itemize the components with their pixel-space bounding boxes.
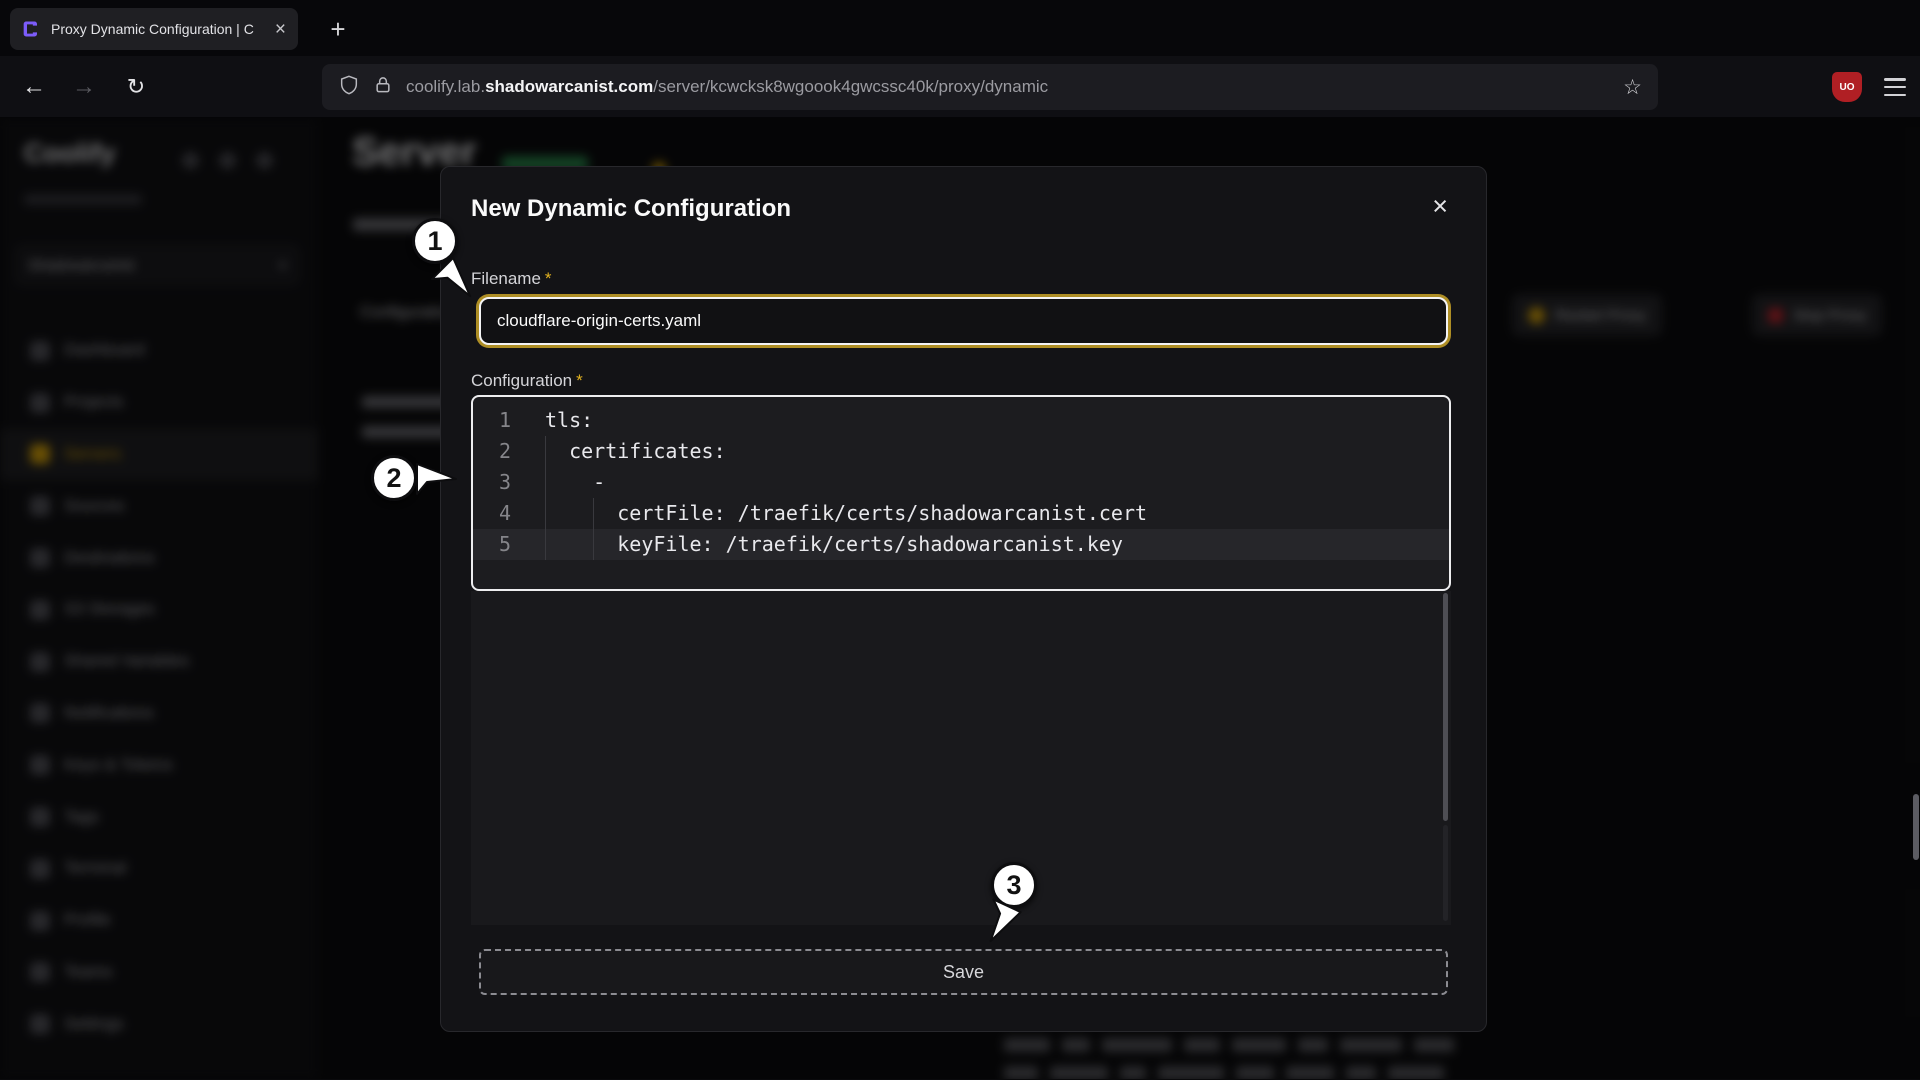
line-number: 5 <box>473 529 525 560</box>
url-bar[interactable]: coolify.lab.shadowarcanist.com/server/kc… <box>322 64 1658 110</box>
required-asterisk: * <box>541 269 552 288</box>
editor-scrollbar-thumb[interactable] <box>1443 593 1448 821</box>
browser-window: Proxy Dynamic Configuration | C × + ← → … <box>0 0 1920 1080</box>
editor-scroll-area[interactable] <box>471 591 1451 925</box>
code-text: certificates: <box>545 436 726 467</box>
url-text: coolify.lab.shadowarcanist.com/server/kc… <box>406 77 1048 97</box>
back-icon[interactable]: ← <box>12 56 56 118</box>
annotation-arrow-2-icon <box>414 459 458 499</box>
tab-strip: Proxy Dynamic Configuration | C × + <box>0 0 1920 56</box>
reload-icon[interactable]: ↻ <box>114 56 158 118</box>
line-number: 3 <box>473 467 525 498</box>
line-number: 1 <box>473 405 525 436</box>
code-text: certFile: /traefik/certs/shadowarcanist.… <box>545 498 1147 529</box>
annotation-marker-2: 2 <box>371 455 417 501</box>
hamburger-menu-icon[interactable] <box>1884 78 1906 96</box>
line-number: 2 <box>473 436 525 467</box>
forward-icon[interactable]: → <box>62 56 106 118</box>
coolify-favicon-icon <box>22 19 42 39</box>
modal-title: New Dynamic Configuration <box>471 195 791 223</box>
code-text: tls: <box>545 405 593 436</box>
filename-input[interactable] <box>479 297 1448 345</box>
required-asterisk: * <box>572 371 583 390</box>
new-tab-button[interactable]: + <box>318 8 358 50</box>
page-scrollbar-thumb[interactable] <box>1913 794 1919 860</box>
line-number: 4 <box>473 498 525 529</box>
indent-guide <box>593 498 594 560</box>
indent-guide <box>545 436 546 560</box>
configuration-label: Configuration* <box>471 371 583 391</box>
code-line-5: 5 keyFile: /traefik/certs/shadowarcanist… <box>473 529 1449 560</box>
editor-scrollbar-track <box>1443 825 1448 921</box>
page-viewport: Coolify Shadowarcanist ▾ Dashboard Proje… <box>0 118 1920 1079</box>
tab-close-icon[interactable]: × <box>271 20 286 39</box>
new-dynamic-configuration-modal: New Dynamic Configuration × Filename* Co… <box>440 166 1487 1032</box>
code-line-1: 1 tls: <box>473 405 1449 436</box>
lock-icon <box>373 75 393 100</box>
code-line-3: 3 - <box>473 467 1449 498</box>
code-text: keyFile: /traefik/certs/shadowarcanist.k… <box>545 529 1123 560</box>
code-line-2: 2 certificates: <box>473 436 1449 467</box>
save-button[interactable]: Save <box>479 949 1448 995</box>
bookmark-star-icon[interactable]: ☆ <box>1623 75 1642 100</box>
tab-title: Proxy Dynamic Configuration | C <box>51 21 262 37</box>
modal-close-icon[interactable]: × <box>1432 193 1448 220</box>
ublock-extension-icon[interactable]: UO <box>1832 72 1862 102</box>
browser-tab[interactable]: Proxy Dynamic Configuration | C × <box>10 8 298 50</box>
shield-icon[interactable] <box>338 74 360 101</box>
browser-toolbar: ← → ↻ coolify.lab.shadowarcanist.com/ser… <box>0 56 1920 118</box>
code-text: - <box>545 467 605 498</box>
code-line-4: 4 certFile: /traefik/certs/shadowarcanis… <box>473 498 1449 529</box>
configuration-code-editor[interactable]: 1tls:2 certificates:3 -4 certFile: /trae… <box>471 395 1451 591</box>
